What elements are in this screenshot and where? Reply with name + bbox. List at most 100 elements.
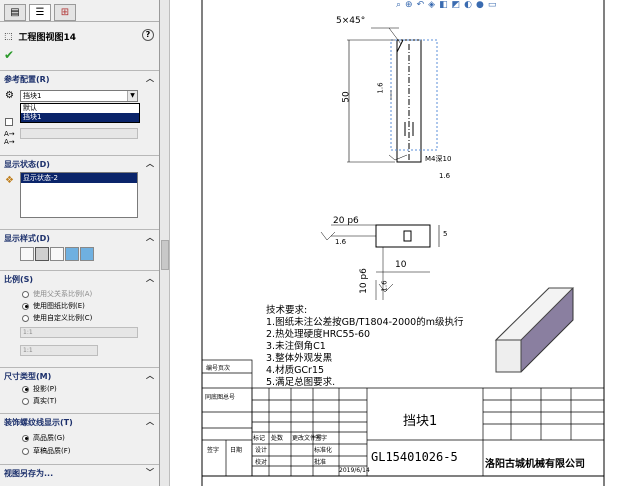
design-label: 设计 [255, 447, 268, 454]
disabled-field [20, 128, 138, 139]
tab-propertymanager[interactable]: ☰ [29, 4, 51, 21]
check-label: 校对 [255, 459, 268, 466]
scale-option-parent[interactable]: 使用父关系比例(A) [22, 289, 92, 299]
config-icon: ⚙ [5, 90, 14, 101]
scrollbar-thumb[interactable] [161, 240, 169, 270]
pin-dimension[interactable]: 20 p6 [333, 216, 359, 226]
tree-icon: ▤ [10, 7, 20, 18]
properties-icon: ☰ [35, 7, 45, 18]
thread-option-label: 高品质(G) [33, 434, 65, 442]
hidden-checkbox[interactable] [5, 118, 13, 126]
scale-option-label: 使用图纸比例(E) [33, 302, 85, 310]
isometric-view[interactable] [494, 287, 575, 373]
ref-config-header[interactable]: 参考配置(R) [4, 75, 49, 84]
tech-line: 3.未注倒角C1 [266, 341, 326, 352]
roughness-1[interactable]: 1.6 [377, 82, 385, 93]
thread-option-draft[interactable]: 草稿品质(F) [22, 446, 71, 456]
roughness-4[interactable]: 1.6 [381, 280, 389, 291]
config-icon: ⊞ [60, 7, 70, 18]
collapse-icon[interactable]: ︿ [146, 73, 154, 84]
radio-selected-icon[interactable] [22, 385, 29, 393]
config-option[interactable]: 默认 [21, 104, 139, 113]
property-manager-panel: ▤ ☰ ⊞ ⬚ 工程图视图14 ? ✔ 参考配置(R) ︿ ⚙ 挡块1 ▼ 默认 … [0, 0, 160, 486]
dim-option-true[interactable]: 真实(T) [22, 396, 57, 406]
tech-title: 技术要求: [266, 305, 308, 316]
part-name[interactable]: 挡块1 [403, 410, 437, 429]
collapse-icon[interactable]: ︿ [146, 232, 154, 243]
fit-dimension[interactable]: 10 p6 [359, 268, 369, 294]
thread-dimension[interactable]: M4深10 [425, 154, 451, 164]
title-label-3: 签字 [207, 447, 220, 454]
scale-option-label: 使用自定义比例(C) [33, 314, 93, 322]
dim-option-label: 真实(T) [33, 397, 57, 405]
save-view-section: 视图另存为... ﹀ [0, 464, 159, 486]
roughness-3[interactable]: 1.6 [335, 238, 346, 246]
display-state-item[interactable]: 显示状态-2 [21, 173, 137, 183]
height-dimension[interactable]: 50 [342, 91, 352, 102]
tech-line: 5.满足总图要求. [266, 377, 336, 388]
display-state-list[interactable]: 显示状态-2 [20, 172, 138, 218]
approve-label: 批准 [314, 459, 327, 466]
radio-icon[interactable] [22, 314, 29, 322]
hidden-lines-removed-icon[interactable] [50, 247, 64, 261]
thread-option-high[interactable]: 高品质(G) [22, 433, 65, 443]
collapse-icon[interactable]: ︿ [146, 416, 154, 427]
tech-line: 1.图纸未注公差按GB/T1804-2000的m级执行 [266, 317, 464, 328]
company-name[interactable]: 洛阳古城机械有限公司 [485, 455, 585, 470]
radio-selected-icon[interactable] [22, 302, 29, 310]
dim-option-label: 投影(P) [33, 385, 57, 393]
display-style-buttons [20, 247, 94, 261]
ok-check-icon[interactable]: ✔ [4, 48, 14, 62]
tech-line: 2.热处理硬度HRC55-60 [266, 329, 371, 340]
chevron-down-icon[interactable]: ▼ [127, 91, 137, 101]
save-view-header[interactable]: 视图另存为... [4, 469, 53, 478]
scale-option-custom[interactable]: 使用自定义比例(C) [22, 313, 92, 323]
roughness-2[interactable]: 1.6 [439, 172, 450, 180]
width-dimension[interactable]: 5 [443, 230, 447, 238]
drawing-number[interactable]: GL15401026-5 [371, 450, 458, 464]
title-label-1: 编号页次 [206, 365, 231, 372]
collapse-icon[interactable]: ︿ [146, 158, 154, 169]
custom-scale-select: 1:1 [20, 327, 138, 338]
count-label: 处数 [271, 435, 284, 442]
display-style-header[interactable]: 显示样式(D) [4, 234, 50, 243]
thread-option-label: 草稿品质(F) [33, 447, 71, 455]
shaded-icon[interactable] [80, 247, 94, 261]
radio-icon[interactable] [22, 290, 29, 298]
config-select[interactable]: 挡块1 ▼ [20, 90, 138, 102]
radio-icon[interactable] [22, 397, 29, 405]
hidden-lines-visible-icon[interactable] [35, 247, 49, 261]
date-value: 2019/6/14 [339, 467, 370, 474]
chamfer-dimension[interactable]: 5×45° [336, 16, 365, 26]
panel-title: 工程图视图14 [18, 33, 77, 43]
wireframe-icon[interactable] [20, 247, 34, 261]
radio-icon[interactable] [22, 447, 29, 455]
shaded-with-edges-icon[interactable] [65, 247, 79, 261]
technical-requirements: 技术要求: 1.图纸未注公差按GB/T1804-2000的m级执行 2.热处理硬… [266, 305, 463, 389]
front-view[interactable] [347, 27, 438, 163]
dimension-type-header[interactable]: 尺寸类型(M) [4, 372, 51, 381]
link-icon: A→ A→ [4, 130, 15, 146]
display-state-header[interactable]: 显示状态(D) [4, 160, 50, 169]
collapse-icon[interactable]: ︿ [146, 273, 154, 284]
length-dimension[interactable]: 10 [395, 260, 406, 270]
collapse-icon[interactable]: ︿ [146, 370, 154, 381]
panel-scrollbar[interactable] [160, 0, 170, 486]
tab-configurationmanager[interactable]: ⊞ [54, 4, 76, 21]
scale-header[interactable]: 比例(S) [4, 275, 33, 284]
radio-selected-icon[interactable] [22, 434, 29, 442]
custom-scale-field: 1:1 [20, 345, 98, 356]
help-icon[interactable]: ? [142, 29, 154, 41]
mark-label: 标记 [253, 435, 266, 442]
cosmetic-thread-header[interactable]: 装饰螺纹线显示(T) [4, 418, 73, 427]
collapse-icon[interactable]: ﹀ [146, 467, 154, 478]
tech-line: 4.材质GCr15 [266, 365, 325, 376]
dim-option-projected[interactable]: 投影(P) [22, 384, 57, 394]
sign-label: 签字 [315, 435, 328, 442]
scale-option-sheet[interactable]: 使用图纸比例(E) [22, 301, 85, 311]
config-option-selected[interactable]: 挡块1 [21, 113, 139, 122]
config-select-value: 挡块1 [23, 92, 42, 100]
drawing-canvas[interactable]: ⌕ ⊕ ↶ ◈ ◧ ◩ ◐ ● ▭ 5×45° 50 1.6 M4深10 1.6… [171, 0, 640, 486]
title-label-4: 日期 [230, 447, 243, 454]
tab-featuremanager[interactable]: ▤ [4, 4, 26, 21]
